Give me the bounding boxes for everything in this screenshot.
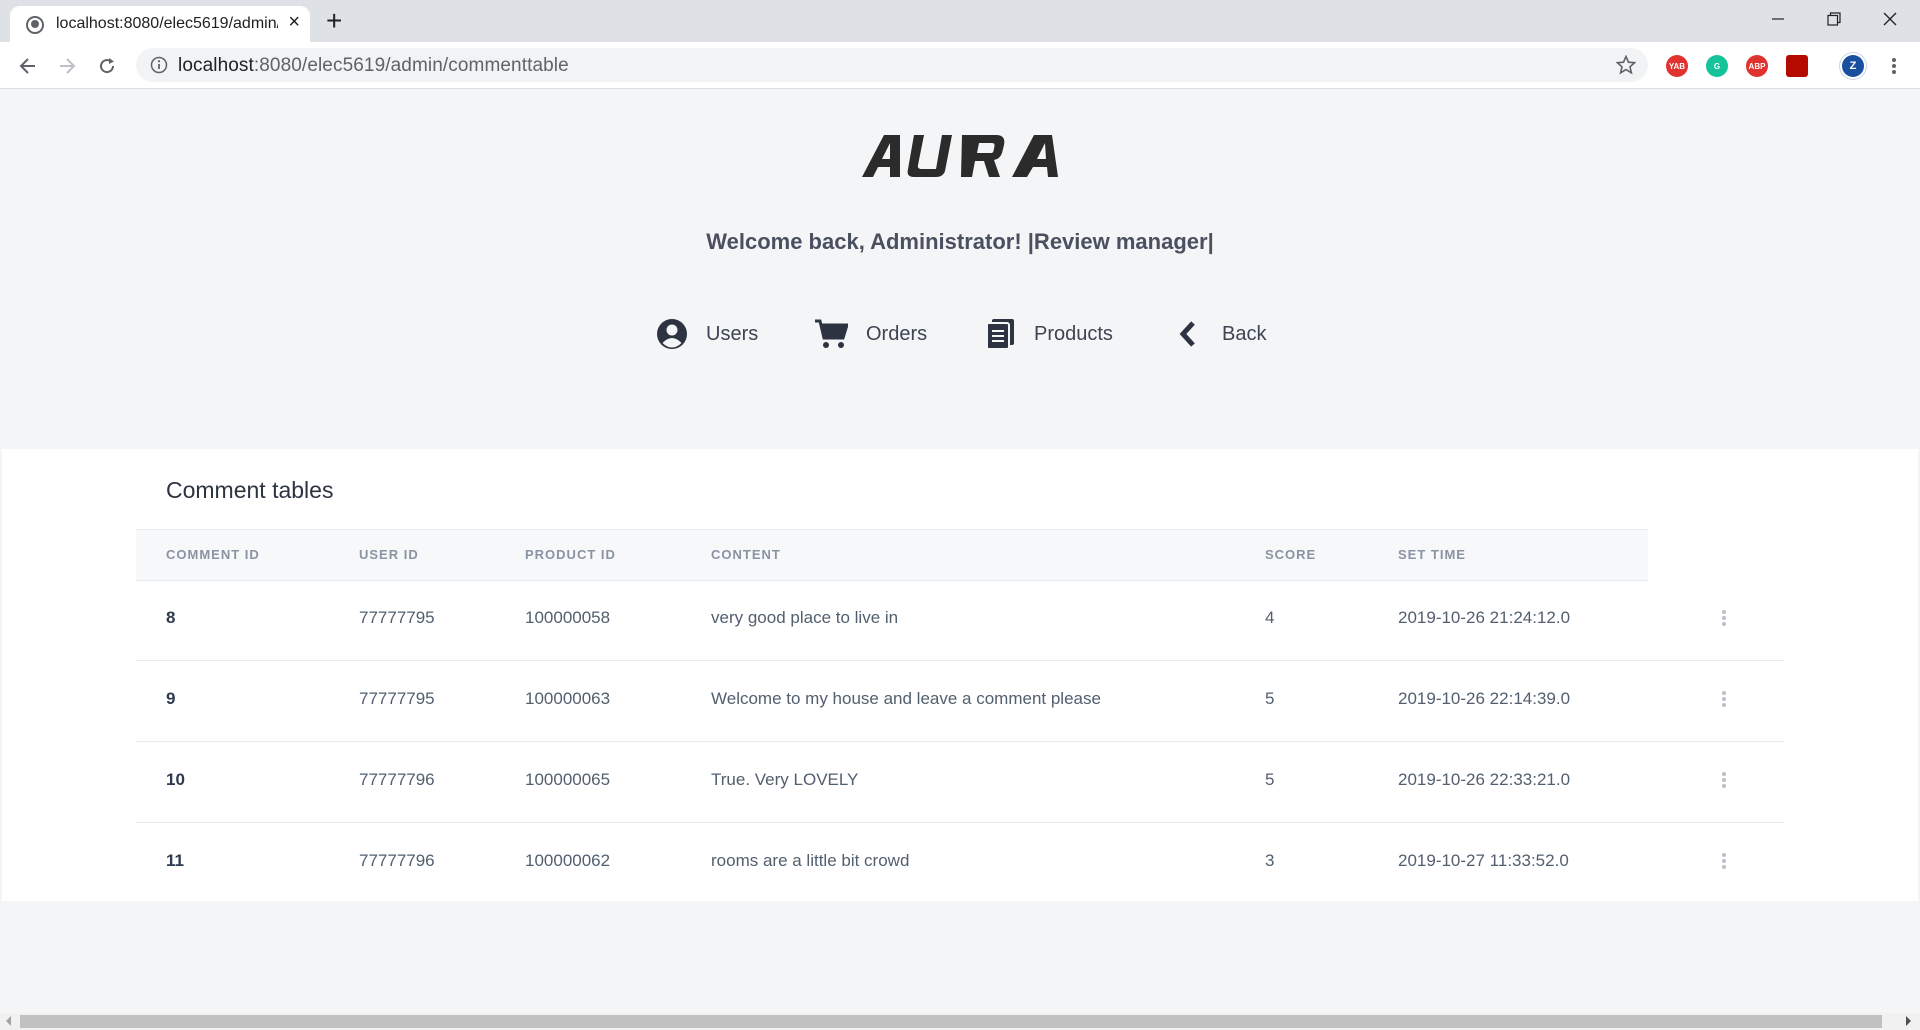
cell-user-id: 77777796	[359, 851, 435, 870]
nav-users-label: Users	[706, 322, 759, 345]
nav-users[interactable]: Users	[656, 314, 758, 354]
cell-set-time: 2019-10-26 21:24:12.0	[1398, 608, 1571, 627]
minimize-icon	[1772, 18, 1784, 20]
reload-icon	[100, 58, 115, 74]
table-title: Comment tables	[166, 477, 334, 503]
restore-button[interactable]	[1806, 0, 1862, 38]
nav-orders-label: Orders	[866, 322, 928, 345]
aura-logo-icon	[862, 135, 1058, 177]
cell-content: rooms are a little bit crowd	[711, 851, 910, 870]
nav-products-label: Products	[1034, 322, 1113, 345]
close-icon	[1883, 12, 1897, 26]
minimize-button[interactable]	[1750, 0, 1806, 38]
nav-orders[interactable]: Orders	[814, 314, 927, 354]
scroll-right-icon[interactable]	[1906, 1016, 1911, 1026]
profile-avatar[interactable]: Z	[1842, 55, 1864, 77]
nav-back-label: Back	[1222, 322, 1267, 345]
horizontal-scrollbar[interactable]	[0, 1013, 1920, 1030]
cell-content: very good place to live in	[711, 608, 899, 627]
comment-table-card: Comment tables COMMENT ID USER ID PRODUC…	[2, 449, 1918, 901]
cell-product-id: 100000063	[525, 689, 611, 708]
address-bar[interactable]: localhost:8080/elec5619/admin/commenttab…	[136, 48, 1648, 82]
cell-user-id: 77777795	[359, 689, 435, 708]
cell-product-id: 100000058	[525, 608, 611, 627]
browser-menu-button[interactable]	[1878, 50, 1910, 82]
cell-product-id: 100000065	[525, 770, 611, 789]
url-text[interactable]: localhost:8080/elec5619/admin/commenttab…	[178, 55, 569, 77]
cell-user-id: 77777796	[359, 770, 435, 789]
arrow-left-icon	[19, 58, 35, 74]
tab-close-icon[interactable]: ×	[288, 12, 300, 32]
welcome-message: Welcome back, Administrator! |Review man…	[706, 229, 1214, 254]
cell-score: 5	[1265, 770, 1275, 789]
cell-user-id: 77777795	[359, 608, 435, 627]
cell-score: 5	[1265, 689, 1275, 708]
col-content: CONTENT	[711, 547, 781, 562]
cell-set-time: 2019-10-27 11:33:52.0	[1398, 851, 1569, 870]
info-icon[interactable]	[150, 56, 168, 74]
table-row: 10 77777796 100000065 True. Very LOVELY …	[136, 742, 1784, 823]
site-favicon-icon	[26, 16, 44, 34]
row-actions-icon[interactable]	[1722, 691, 1726, 707]
row-actions-icon[interactable]	[1722, 610, 1726, 626]
cell-comment-id: 10	[166, 770, 185, 789]
cell-comment-id: 11	[166, 851, 184, 870]
toolbar: localhost:8080/elec5619/admin/commenttab…	[0, 42, 1920, 89]
row-actions-icon[interactable]	[1722, 853, 1726, 869]
new-tab-button[interactable]: +	[326, 4, 342, 38]
tab-strip: localhost:8080/elec5619/admin/c × +	[0, 0, 1920, 42]
table-row: 11 77777796 100000062 rooms are a little…	[136, 823, 1784, 903]
document-icon	[986, 319, 1014, 350]
back-button[interactable]	[12, 50, 44, 82]
restore-icon	[1827, 12, 1841, 26]
cell-content: Welcome to my house and leave a comment …	[711, 689, 1101, 708]
table-row: 9 77777795 100000063 Welcome to my house…	[136, 661, 1784, 742]
scroll-left-icon[interactable]	[6, 1016, 11, 1026]
col-set-time: SET TIME	[1398, 547, 1466, 562]
browser-tab[interactable]: localhost:8080/elec5619/admin/c ×	[10, 6, 310, 42]
pdf-extension-icon[interactable]	[1786, 55, 1808, 77]
col-score: SCORE	[1265, 547, 1317, 562]
adblock-extension-icon[interactable]: ABP	[1746, 55, 1768, 77]
table-header: COMMENT ID USER ID PRODUCT ID CONTENT SC…	[136, 529, 1648, 581]
cell-comment-id: 9	[166, 689, 176, 708]
tab-title: localhost:8080/elec5619/admin/c	[56, 15, 278, 32]
bookmark-star-icon[interactable]	[1616, 55, 1636, 75]
scrollbar-thumb[interactable]	[20, 1015, 1882, 1028]
more-vert-icon	[1892, 58, 1896, 74]
nav-back[interactable]: Back	[1178, 314, 1266, 354]
cell-set-time: 2019-10-26 22:14:39.0	[1398, 689, 1571, 708]
aura-logo[interactable]	[862, 131, 1058, 186]
reload-button[interactable]	[91, 50, 123, 82]
cell-set-time: 2019-10-26 22:33:21.0	[1398, 770, 1571, 789]
cell-comment-id: 8	[166, 608, 176, 627]
user-circle-icon	[657, 319, 687, 349]
nav-products[interactable]: Products	[986, 314, 1113, 354]
page-content: Welcome back, Administrator! |Review man…	[0, 89, 1920, 1013]
col-product-id: PRODUCT ID	[525, 547, 616, 562]
table-row: 8 77777795 100000058 very good place to …	[136, 580, 1784, 661]
cell-score: 4	[1265, 608, 1275, 627]
cart-icon	[815, 319, 848, 348]
grammarly-extension-icon[interactable]: G	[1706, 55, 1728, 77]
col-comment-id: COMMENT ID	[166, 547, 260, 562]
cell-content: True. Very LOVELY	[711, 770, 859, 789]
chevron-left-icon	[1179, 321, 1195, 347]
cell-score: 3	[1265, 851, 1275, 870]
col-user-id: USER ID	[359, 547, 419, 562]
close-window-button[interactable]	[1862, 0, 1918, 38]
row-actions-icon[interactable]	[1722, 772, 1726, 788]
yab-extension-icon[interactable]: YAB	[1666, 55, 1688, 77]
forward-button[interactable]	[51, 50, 83, 82]
arrow-right-icon	[60, 58, 76, 74]
cell-product-id: 100000062	[525, 851, 611, 870]
